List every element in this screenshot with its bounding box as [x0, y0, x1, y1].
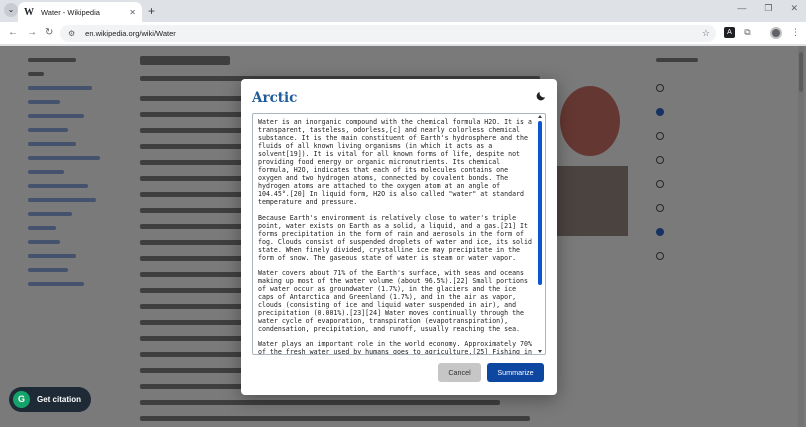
tab-title: Water - Wikipedia — [41, 7, 100, 17]
grammarly-g-icon: G — [13, 391, 30, 408]
extensions-puzzle-icon[interactable]: ⧉ — [742, 27, 753, 38]
article-text-area[interactable]: Water is an inorganic compound with the … — [252, 113, 546, 355]
tab-water-wikipedia[interactable]: W Water - Wikipedia ✕ — [18, 2, 142, 22]
summarize-button[interactable]: Summarize — [487, 363, 544, 382]
wikipedia-favicon-icon: W — [24, 6, 34, 18]
close-window-icon[interactable]: ✕ — [790, 3, 798, 14]
paragraph: Water covers about 71% of the Earth's su… — [258, 268, 532, 334]
close-icon[interactable]: ✕ — [129, 8, 136, 17]
back-arrow-icon[interactable]: ← — [8, 27, 18, 39]
dialog-title: Arctic — [252, 90, 298, 106]
window-controls: — ❐ ✕ — [737, 3, 798, 14]
scroll-down-arrow-icon[interactable] — [538, 350, 542, 353]
address-bar[interactable]: ⚙ en.wikipedia.org/wiki/Water ☆ — [60, 25, 716, 42]
minimize-icon[interactable]: — — [737, 3, 746, 14]
paragraph: Because Earth's environment is relativel… — [258, 213, 536, 262]
profile-avatar[interactable] — [770, 27, 782, 39]
tab-strip: ⌄ W Water - Wikipedia ✕ + — ❐ ✕ — [0, 0, 806, 22]
scroll-up-arrow-icon[interactable] — [538, 115, 542, 118]
plus-icon[interactable]: + — [148, 4, 155, 18]
cancel-button[interactable]: Cancel — [438, 363, 481, 382]
summary-dialog: Arctic Water is an inorganic compound wi… — [241, 79, 557, 395]
moon-icon[interactable] — [535, 90, 547, 102]
forward-arrow-icon[interactable]: → — [27, 27, 37, 39]
paragraph: Water is an inorganic compound with the … — [258, 118, 536, 207]
get-citation-button[interactable]: G Get citation — [9, 387, 91, 412]
restore-icon[interactable]: ❐ — [764, 3, 772, 14]
citation-label: Get citation — [37, 395, 82, 404]
text-area-scrollbar[interactable] — [537, 115, 544, 353]
url-text[interactable]: en.wikipedia.org/wiki/Water — [85, 29, 176, 38]
scroll-thumb[interactable] — [538, 121, 542, 285]
reload-icon[interactable]: ↻ — [45, 27, 53, 39]
site-info-icon[interactable]: ⚙ — [68, 29, 75, 38]
extension-icon[interactable]: A — [724, 27, 735, 38]
tab-search-button[interactable]: ⌄ — [4, 3, 18, 17]
paragraph: Water plays an important role in the wor… — [258, 340, 532, 355]
bookmark-star-icon[interactable]: ☆ — [702, 28, 710, 39]
browser-toolbar: ← → ↻ ⚙ en.wikipedia.org/wiki/Water ☆ A … — [0, 22, 806, 45]
more-options-icon[interactable]: ⋮ — [791, 27, 800, 38]
